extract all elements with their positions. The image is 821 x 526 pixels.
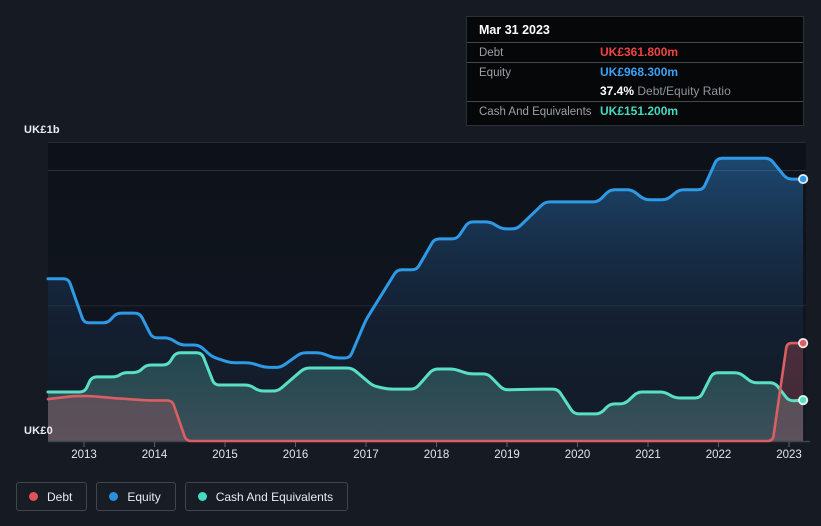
tooltip-equity-value: UK£968.300m xyxy=(600,65,679,79)
x-axis-label-2019: 2019 xyxy=(494,449,520,461)
tooltip-debt-value: UK£361.800m xyxy=(600,45,679,59)
x-axis-label-2018: 2018 xyxy=(423,449,450,461)
tooltip-debt-label: Debt xyxy=(479,47,504,59)
legend-dot-cash-and-equivalents xyxy=(197,492,207,501)
legend-dot-debt xyxy=(29,492,38,501)
x-axis-label-2014: 2014 xyxy=(141,449,168,461)
x-axis-label-2021: 2021 xyxy=(635,449,661,461)
x-axis-label-2013: 2013 xyxy=(71,449,97,461)
legend-item-debt[interactable]: Debt xyxy=(16,482,88,511)
x-axis-label-2016: 2016 xyxy=(282,449,309,461)
y-axis-max-label: UK£1b xyxy=(24,124,60,136)
legend: Debt Equity Cash And Equivalents xyxy=(16,482,349,511)
y-axis-zero-label: UK£0 xyxy=(24,425,53,437)
x-axis-label-2022: 2022 xyxy=(705,449,732,461)
legend-label-cash-and-equivalents: Cash And Equivalents xyxy=(215,489,334,504)
legend-dot-equity xyxy=(109,492,119,501)
x-axis-label-2023: 2023 xyxy=(776,449,802,461)
tooltip-row-debt: Debt UK£361.800m xyxy=(467,42,803,62)
chart-tooltip: Mar 31 2023 Debt UK£361.800m Equity UK£9… xyxy=(466,16,804,126)
x-axis-label-2015: 2015 xyxy=(212,449,238,461)
legend-label-equity: Equity xyxy=(127,489,161,504)
tooltip-row-cash: Cash And Equivalents UK£151.200m xyxy=(467,101,803,125)
tooltip-date: Mar 31 2023 xyxy=(479,23,550,37)
x-axis-label-2017: 2017 xyxy=(353,449,379,461)
tooltip-ratio-value: 37.4% xyxy=(600,84,635,98)
endpoint-dot-equity xyxy=(797,173,809,185)
endpoint-dot-debt xyxy=(797,338,809,349)
tooltip-row-ratio: 37.4% Debt/Equity Ratio xyxy=(467,82,803,101)
x-axis: 2013 2014 2015 2016 2017 2018 2019 2020 2021 2022… xyxy=(0,449,821,465)
tooltip-cash-value: UK£151.200m xyxy=(600,104,679,118)
chart-root: UK£1b UK£0 2013 2014 2015 2016 2017 2018 2019 2… xyxy=(0,0,821,526)
tooltip-row-equity: Equity UK£968.300m xyxy=(467,62,803,82)
legend-item-equity[interactable]: Equity xyxy=(96,482,176,511)
legend-item-cash-and-equivalents[interactable]: Cash And Equivalents xyxy=(184,482,349,511)
tooltip-equity-label: Equity xyxy=(479,67,511,79)
x-axis-label-2020: 2020 xyxy=(564,449,591,461)
endpoint-dot-cash-and-equivalents xyxy=(797,395,809,406)
legend-label-debt: Debt xyxy=(47,489,73,504)
tooltip-ratio-label: Debt/Equity Ratio xyxy=(637,84,731,98)
tooltip-cash-label: Cash And Equivalents xyxy=(479,106,592,118)
